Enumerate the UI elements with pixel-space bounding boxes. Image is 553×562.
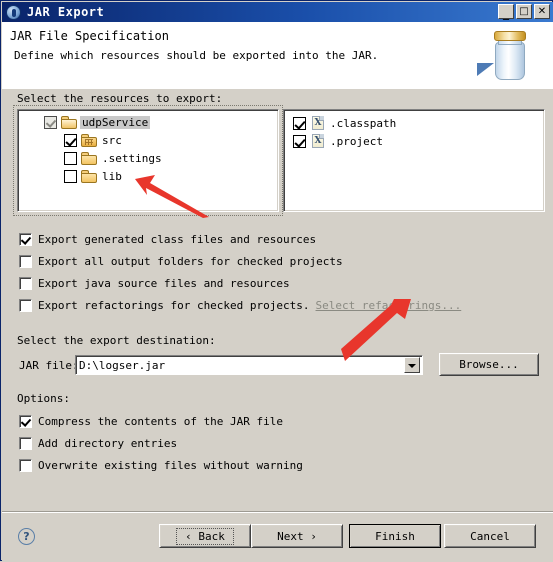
dialog-header: JAR File Specification Define which reso… — [2, 22, 553, 90]
xml-file-icon — [312, 134, 324, 148]
back-button[interactable]: ‹ Back — [159, 524, 251, 548]
next-button[interactable]: Next › — [251, 524, 343, 548]
option-label: Compress the contents of the JAR file — [38, 414, 284, 428]
minimize-button[interactable]: _ — [498, 4, 514, 20]
option-add-directory-entries[interactable]: Add directory entries — [19, 436, 177, 450]
window-controls: _ □ ✕ — [498, 4, 550, 20]
checkbox-add-directory-entries[interactable] — [19, 436, 32, 450]
jar-export-icon — [6, 4, 21, 20]
tree-checkbox-lib[interactable] — [64, 169, 77, 183]
blue-triangle-icon — [477, 63, 494, 76]
jar-export-dialog: JAR Export _ □ ✕ JAR File Specification … — [0, 0, 553, 562]
close-button[interactable]: ✕ — [534, 4, 550, 19]
file-label-project: .project — [330, 134, 383, 148]
minimize-glyph: _ — [503, 6, 509, 20]
open-folder-icon — [61, 115, 77, 129]
resources-label: Select the resources to export: — [17, 92, 223, 105]
file-item-project[interactable]: .project — [293, 133, 385, 149]
option-label: Export refactorings for checked projects… — [38, 298, 310, 312]
tree-checkbox-udpService[interactable] — [44, 115, 57, 129]
file-checkbox-classpath[interactable] — [293, 116, 306, 130]
file-label-classpath: .classpath — [330, 116, 397, 130]
tree-item-settings[interactable]: .settings — [64, 150, 164, 166]
checkbox-export-java-source-files[interactable] — [19, 276, 32, 290]
maximize-glyph: □ — [519, 6, 529, 17]
page-title: JAR File Specification — [10, 29, 169, 43]
destination-label: Select the export destination: — [17, 334, 216, 347]
option-compress-contents[interactable]: Compress the contents of the JAR file — [19, 414, 283, 428]
browse-button[interactable]: Browse... — [439, 353, 539, 376]
checkbox-export-all-output-folders[interactable] — [19, 254, 32, 268]
finish-button[interactable]: Finish — [349, 524, 441, 548]
chevron-down-icon[interactable] — [404, 357, 420, 373]
checkbox-export-generated-class-files[interactable] — [19, 232, 32, 246]
option-overwrite-existing-files[interactable]: Overwrite existing files without warning — [19, 458, 303, 472]
jar-file-input[interactable] — [76, 357, 404, 373]
option-label: Export java source files and resources — [38, 276, 290, 290]
jar-lid-shape — [494, 31, 526, 41]
tree-label-lib: lib — [102, 169, 122, 183]
file-item-classpath[interactable]: .classpath — [293, 115, 398, 131]
maximize-button[interactable]: □ — [516, 4, 532, 19]
tree-item-src[interactable]: src — [64, 132, 124, 148]
option-export-java-source-files[interactable]: Export java source files and resources — [19, 276, 290, 290]
help-icon[interactable]: ? — [18, 528, 35, 545]
close-glyph: ✕ — [537, 6, 547, 17]
back-label: ‹ Back — [176, 527, 234, 545]
resource-file-panel[interactable]: .classpath .project — [283, 109, 545, 212]
help-glyph: ? — [23, 530, 30, 543]
tree-item-lib[interactable]: lib — [64, 168, 124, 184]
jar-bottle-icon — [477, 25, 541, 87]
option-export-all-output-folders[interactable]: Export all output folders for checked pr… — [19, 254, 343, 268]
tree-label-src: src — [102, 133, 122, 147]
cancel-button[interactable]: Cancel — [444, 524, 536, 548]
title-bar[interactable]: JAR Export _ □ ✕ — [2, 2, 553, 22]
select-refactorings-link[interactable]: Select refactorings... — [316, 299, 462, 312]
jar-body-shape — [495, 42, 525, 80]
tree-item-udpService[interactable]: udpService — [44, 114, 151, 130]
checkbox-export-refactorings[interactable] — [19, 298, 32, 312]
option-label: Export all output folders for checked pr… — [38, 254, 343, 268]
jar-file-label: JAR file: — [19, 359, 79, 372]
tree-checkbox-settings[interactable] — [64, 151, 77, 165]
page-subtitle: Define which resources should be exporte… — [14, 49, 379, 62]
folder-icon — [81, 151, 97, 165]
jar-file-combo[interactable] — [75, 355, 423, 375]
checkbox-compress-contents[interactable] — [19, 414, 32, 428]
option-label: Export generated class files and resourc… — [38, 232, 317, 246]
resource-tree-panel[interactable]: udpService src .settings lib — [17, 109, 279, 212]
tree-label-udpService: udpService — [80, 115, 151, 129]
tree-label-settings: .settings — [102, 151, 162, 165]
folder-icon — [81, 169, 97, 183]
options-label: Options: — [17, 392, 70, 405]
xml-file-icon — [312, 116, 324, 130]
checkbox-overwrite-existing-files[interactable] — [19, 458, 32, 472]
window-title: JAR Export — [27, 5, 105, 19]
dialog-body: Select the resources to export: udpServi… — [2, 89, 553, 512]
option-export-generated-class-files[interactable]: Export generated class files and resourc… — [19, 232, 316, 246]
option-export-refactorings[interactable]: Export refactorings for checked projects… — [19, 298, 461, 312]
file-checkbox-project[interactable] — [293, 134, 306, 148]
option-label: Add directory entries — [38, 436, 178, 450]
option-label: Overwrite existing files without warning — [38, 458, 303, 472]
source-folder-icon — [81, 133, 97, 147]
tree-checkbox-src[interactable] — [64, 133, 77, 147]
